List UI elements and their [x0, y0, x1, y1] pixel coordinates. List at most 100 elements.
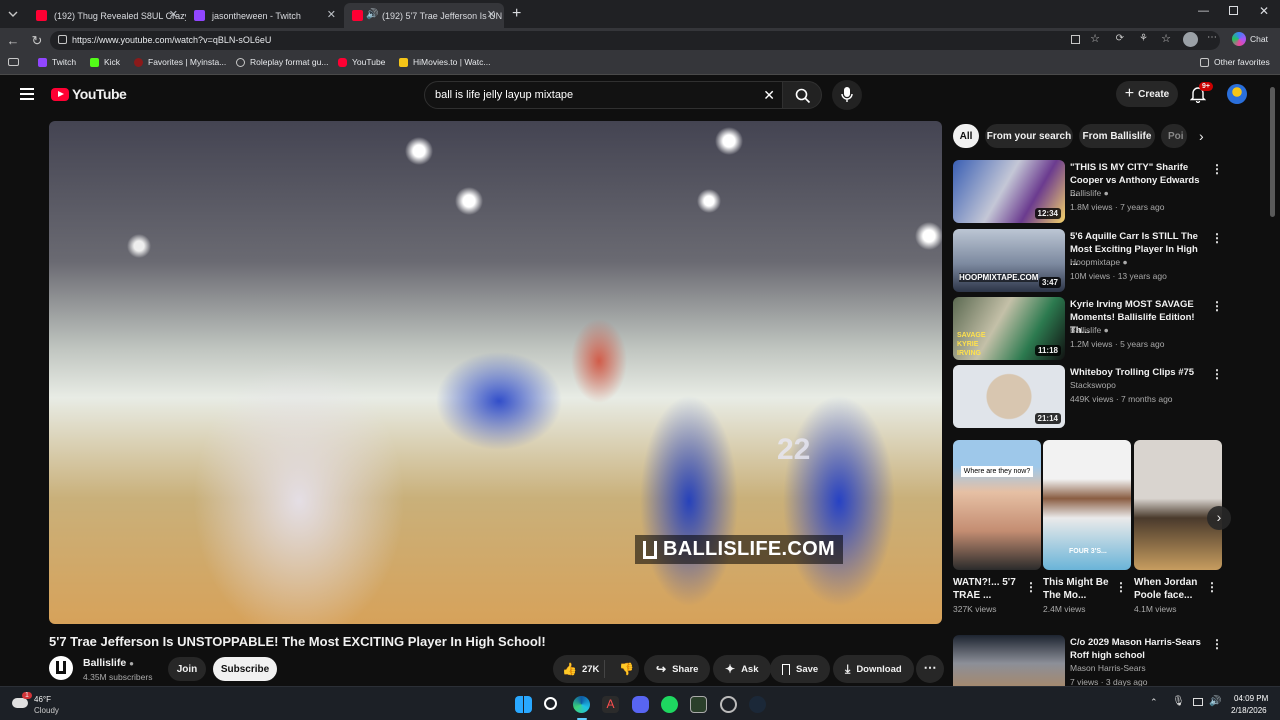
bookmark-youtube[interactable]: YouTube [338, 57, 385, 67]
rec-title: Whiteboy Trolling Clips #75 [1070, 367, 1195, 378]
clock-date[interactable]: 2/18/2026 [1231, 706, 1267, 715]
bookmark-himovies[interactable]: HiMovies.to | Watc... [399, 57, 490, 67]
site-info-icon[interactable] [58, 35, 67, 44]
verified-icon: ● [129, 659, 134, 668]
profile-icon[interactable] [1183, 32, 1198, 47]
rec-video[interactable]: SAVAGE KYRIE IRVING 11:18 Kyrie Irving M… [953, 297, 1253, 361]
youtube-logo[interactable]: YouTube [51, 86, 127, 102]
page-scrollbar[interactable] [1270, 87, 1275, 217]
voice-search-button[interactable] [832, 80, 862, 110]
ask-button[interactable]: ✦ Ask [713, 655, 771, 683]
like-button[interactable]: 👍 27K [553, 660, 605, 678]
display-tray-icon[interactable] [1193, 698, 1203, 706]
dislike-button[interactable]: 👎 [611, 662, 634, 676]
chip-all[interactable]: All [953, 124, 979, 148]
chip-label: Poi [1168, 130, 1184, 142]
spotify-icon[interactable] [661, 696, 678, 713]
logo-text: YouTube [72, 86, 127, 102]
subscribe-button[interactable]: Subscribe [213, 657, 277, 681]
save-button[interactable]: Save [770, 655, 831, 683]
rec-video[interactable]: 12:34 "THIS IS MY CITY" Sharife Cooper v… [953, 160, 1253, 224]
create-label: Create [1138, 88, 1170, 100]
tab-trae-jefferson[interactable]: 🔊 (192) 5'7 Trae Jefferson Is UN ✕ [344, 3, 504, 28]
steam-icon[interactable] [749, 696, 766, 713]
adobe-acrobat-icon[interactable]: A [602, 696, 619, 713]
collections-icon[interactable]: ⚘ [1139, 33, 1148, 44]
speaker-tray-icon[interactable]: 🔊 [1209, 696, 1221, 707]
copilot-chat-button[interactable]: Chat [1232, 32, 1268, 46]
bookmark-kick[interactable]: Kick [90, 57, 120, 67]
refresh-icon[interactable]: ↻ [28, 32, 46, 50]
bookmark-roleplay[interactable]: Roleplay format gu... [236, 57, 328, 67]
microphone-tray-icon[interactable]: 🎙 [1172, 696, 1185, 707]
more-menu-icon[interactable]: ⋯ [1207, 32, 1217, 43]
more-options-icon[interactable]: ⋮ [1115, 580, 1127, 594]
search-button[interactable] [782, 81, 822, 109]
shorts-next-button[interactable]: › [1207, 506, 1231, 530]
like-count: 27K [581, 663, 600, 675]
bookmark-favorites-myinsta[interactable]: Favorites | Myinsta... [134, 57, 226, 67]
extensions-icon[interactable]: ⟳ [1116, 33, 1124, 44]
more-options-icon[interactable]: ⋮ [1025, 580, 1037, 594]
game-launcher-icon[interactable] [720, 696, 737, 713]
video-player[interactable]: 22 BALLISLIFE.COM [49, 121, 942, 624]
favorite-star-icon[interactable]: ☆ [1090, 32, 1100, 45]
more-actions-button[interactable]: ⋯ [916, 655, 944, 683]
bookmark-twitch[interactable]: Twitch [38, 57, 76, 67]
tab-thug-revealed[interactable]: (192) Thug Revealed S8UL Crazy A ✕ [22, 3, 186, 28]
ballislife-logo-icon [643, 540, 657, 559]
tab-list-chevron-icon[interactable] [6, 7, 20, 21]
more-options-icon[interactable]: ⋮ [1206, 580, 1218, 594]
edge-browser-icon[interactable] [573, 696, 590, 713]
chip-from-your-search[interactable]: From your search [985, 124, 1073, 148]
close-window-icon[interactable]: ✕ [1259, 4, 1269, 18]
tab-twitch[interactable]: jasontheween - Twitch ✕ [180, 3, 344, 28]
more-options-icon[interactable]: ⋮ [1211, 231, 1223, 245]
account-avatar[interactable] [1227, 84, 1247, 104]
channel-avatar[interactable] [49, 656, 73, 680]
search-input[interactable]: ball is life jelly layup mixtape ✕ [424, 81, 788, 109]
restore-icon[interactable] [1229, 6, 1238, 15]
short-video[interactable]: FOUR 3'S... This Might Be The Mo... 2.4M… [1043, 440, 1131, 614]
short-video[interactable]: Where are they now? WATN?!... 5'7 TRAE .… [953, 440, 1041, 614]
url-field[interactable]: https://www.youtube.com/watch?v=qBLN-sOL… [50, 31, 1220, 50]
chips-next-arrow-icon[interactable]: › [1199, 128, 1204, 144]
search-icon[interactable] [544, 697, 557, 710]
favorites-icon[interactable]: ☆ [1161, 32, 1171, 45]
close-tab-icon[interactable]: ✕ [487, 8, 496, 21]
rec-video[interactable]: HOOPMIXTAPE.COM 3:47 5'6 Aquille Carr Is… [953, 229, 1253, 293]
more-options-icon[interactable]: ⋮ [1211, 637, 1223, 651]
weather-widget[interactable]: 1 46°F Cloudy [12, 692, 92, 718]
xbox-app-icon[interactable] [690, 696, 707, 713]
show-hidden-icons[interactable]: ⌃ [1150, 697, 1158, 708]
discord-icon[interactable] [632, 696, 649, 713]
join-button[interactable]: Join [168, 657, 206, 681]
hamburger-menu-icon[interactable] [20, 88, 34, 100]
back-icon[interactable]: ← [4, 32, 22, 50]
download-button[interactable]: ⤓ Download [833, 655, 914, 683]
more-options-icon[interactable]: ⋮ [1211, 162, 1223, 176]
rec-video[interactable]: 21:14 Whiteboy Trolling Clips #75 Stacks… [953, 365, 1253, 429]
speaker-icon[interactable]: 🔊 [366, 9, 378, 20]
share-button[interactable]: ↪ Share [644, 655, 711, 683]
channel-name[interactable]: Ballislife ● [83, 657, 134, 669]
windows-taskbar: 1 46°F Cloudy A ⌃ 🎙 🔊 04:09 PM 2/18/2026 [0, 686, 1280, 720]
close-tab-icon[interactable]: ✕ [327, 8, 336, 21]
minimize-icon[interactable]: — [1198, 5, 1209, 17]
short-video[interactable]: When Jordan Poole face... 4.1M views ⋮ [1134, 440, 1222, 614]
more-options-icon[interactable]: ⋮ [1211, 367, 1223, 381]
chip-from-ballislife[interactable]: From Ballislife [1079, 124, 1155, 148]
clock-time[interactable]: 04:09 PM [1234, 694, 1268, 703]
create-button[interactable]: + Create [1116, 81, 1178, 107]
windows-start-icon[interactable] [515, 696, 532, 713]
youtube-favicon-icon [352, 10, 363, 21]
more-options-icon[interactable]: ⋮ [1211, 299, 1223, 313]
other-favorites[interactable]: Other favorites [1200, 57, 1270, 67]
chip-partial[interactable]: Poi [1161, 124, 1187, 148]
new-tab-icon[interactable]: + [512, 5, 521, 23]
notifications-button[interactable]: 9+ [1189, 82, 1213, 108]
clear-search-icon[interactable]: ✕ [763, 87, 775, 104]
close-tab-icon[interactable]: ✕ [169, 8, 178, 21]
app-available-icon[interactable] [1071, 35, 1080, 44]
reading-view-icon[interactable] [8, 58, 19, 66]
